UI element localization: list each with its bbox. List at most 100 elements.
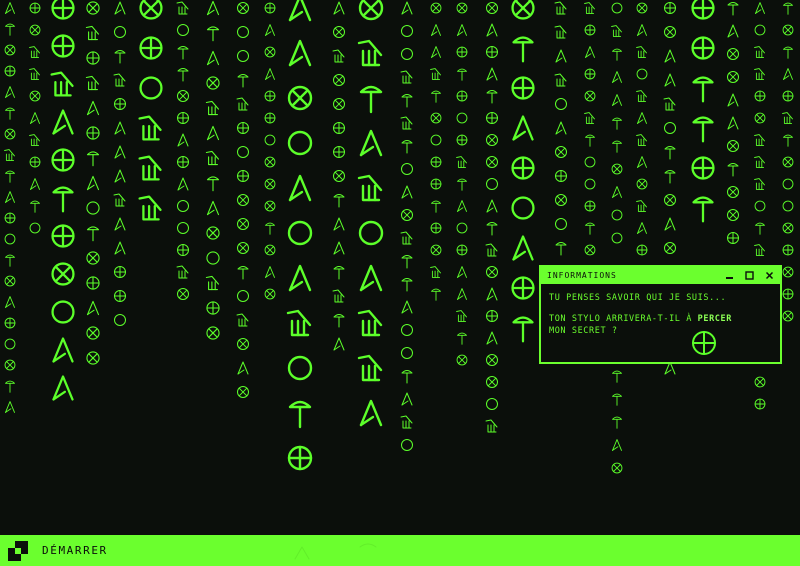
rain-glyph [360, 86, 382, 113]
maximize-icon[interactable] [744, 271, 754, 281]
rain-glyph [727, 2, 739, 16]
rain-glyph [401, 439, 413, 451]
rain-glyph [754, 68, 765, 80]
rain-glyph [333, 170, 345, 182]
rain-glyph [637, 222, 647, 234]
rain-glyph [265, 222, 275, 235]
rain-glyph [29, 134, 40, 146]
rain-glyph [139, 0, 163, 20]
rain-glyph [177, 24, 189, 36]
rain-glyph [612, 117, 622, 130]
rain-glyph [612, 393, 622, 406]
rain-glyph [114, 169, 126, 183]
rain-glyph [554, 1, 567, 15]
start-button[interactable]: DÉMARRER [0, 535, 108, 566]
rain-glyph [289, 401, 311, 428]
rain-glyph [457, 68, 467, 81]
rain-glyph [4, 233, 16, 245]
rain-glyph [612, 416, 622, 429]
rain-glyph [783, 2, 793, 15]
rain-glyph [177, 133, 189, 147]
rain-glyph [139, 76, 163, 100]
rain-glyph [486, 287, 498, 301]
rain-glyph [4, 65, 16, 77]
rain-glyph [401, 185, 413, 199]
rain-glyph [612, 94, 622, 106]
rain-glyph [431, 46, 441, 58]
rain-glyph [783, 134, 793, 147]
rain-glyph [114, 98, 126, 110]
rain-glyph [555, 121, 567, 135]
rain-glyph [691, 36, 715, 60]
rain-glyph [289, 0, 311, 21]
rain-glyph [486, 156, 498, 168]
rain-glyph [486, 199, 498, 213]
rain-glyph [782, 266, 794, 278]
rain-glyph [584, 112, 595, 124]
rain-glyph [288, 86, 312, 110]
rain-glyph [237, 361, 249, 375]
rain-glyph [754, 112, 766, 124]
rain-glyph [727, 48, 739, 60]
rain-glyph [611, 2, 623, 14]
rain-glyph [86, 276, 100, 290]
rain-glyph [4, 359, 16, 371]
rain-glyph [29, 90, 41, 102]
rain-glyph [265, 24, 275, 36]
minimize-icon[interactable] [724, 271, 734, 281]
rain-glyph [555, 98, 567, 110]
rain-glyph [400, 231, 413, 245]
rain-glyph [206, 200, 220, 216]
rain-glyph [113, 73, 126, 87]
rain-glyph [264, 112, 276, 124]
rain-glyph [456, 2, 468, 14]
rain-glyph [4, 317, 16, 329]
rain-glyph [612, 140, 622, 153]
close-icon[interactable] [764, 271, 774, 281]
rain-glyph [486, 90, 498, 104]
rain-glyph [400, 70, 413, 84]
rain-glyph [264, 178, 276, 190]
rain-glyph [555, 49, 567, 63]
rain-glyph [114, 26, 126, 38]
rain-glyph [5, 296, 15, 308]
rain-glyph [289, 175, 311, 201]
rain-glyph [289, 265, 311, 291]
rain-glyph [205, 100, 220, 116]
dialog-message-line-3: MON SECRET ? [549, 326, 618, 336]
rain-glyph [554, 73, 567, 87]
dialog-emphasis-word: PERCER [697, 314, 732, 324]
information-dialog[interactable]: INFORMATIONS TU PENSES SAVOIR QUI JE SUI… [539, 265, 782, 364]
circled-plus-icon [692, 331, 716, 355]
rain-glyph [86, 251, 100, 265]
rain-glyph [782, 244, 794, 256]
dialog-titlebar[interactable]: INFORMATIONS [541, 267, 780, 284]
rain-glyph [264, 90, 276, 102]
rain-glyph [727, 232, 739, 244]
rain-glyph [138, 155, 162, 181]
rain-glyph [401, 300, 413, 314]
rain-glyph [612, 48, 622, 61]
rain-glyph [782, 288, 794, 300]
rain-glyph [29, 156, 41, 168]
rain-glyph [512, 316, 534, 343]
rain-glyph [611, 462, 623, 474]
rain-glyph [584, 90, 596, 102]
rain-glyph [237, 386, 249, 398]
rain-glyph [486, 354, 498, 366]
rain-glyph [430, 156, 442, 168]
rain-glyph [430, 266, 441, 278]
rain-glyph [237, 50, 249, 62]
rain-glyph [4, 212, 16, 224]
rain-glyph [264, 2, 276, 14]
rain-glyph [358, 40, 382, 66]
rain-glyph [486, 331, 498, 345]
rain-glyph [333, 241, 345, 255]
rain-glyph [114, 241, 126, 255]
rain-glyph [636, 134, 647, 146]
rain-glyph [177, 288, 189, 300]
rain-glyph [333, 146, 345, 158]
rain-glyph [206, 301, 220, 315]
rain-glyph [29, 2, 41, 14]
rain-glyph [265, 266, 275, 278]
